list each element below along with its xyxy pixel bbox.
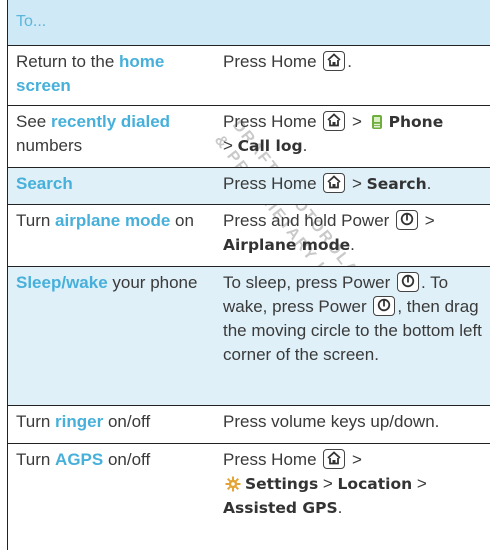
task-cell: See recently dialed numbers xyxy=(16,112,171,155)
power-key-icon xyxy=(373,296,396,316)
action-cell: To sleep, press Power . To wake, press P… xyxy=(223,272,482,364)
table-row: Turn AGPS on/off Press Home > Settings > … xyxy=(7,444,490,550)
action-cell: Press Home > Settings > Location > Assiste… xyxy=(223,449,427,517)
task-cell: Search xyxy=(16,174,73,193)
table-header: To... xyxy=(7,0,490,45)
action-cell: Press Home . xyxy=(223,51,352,71)
table-row: Sleep/wake your phone To sleep, press Po… xyxy=(7,267,490,406)
home-key-icon xyxy=(323,449,346,469)
settings-gear-icon xyxy=(225,476,241,492)
table-row: Search Press Home > Search. xyxy=(7,168,490,205)
home-key-icon xyxy=(323,173,346,193)
table-row: Turn ringer on/off Press volume keys up/… xyxy=(7,406,490,444)
action-cell: Press Home > Phone > Call log. xyxy=(223,111,444,155)
task-cell: Sleep/wake your phone xyxy=(16,273,198,292)
task-cell: Turn ringer on/off xyxy=(16,412,151,431)
home-key-icon xyxy=(323,51,346,71)
action-cell: Press and hold Power > Airplane mode. xyxy=(223,210,435,254)
quick-reference-table: To... Return to the home screen Press Ho… xyxy=(7,0,490,550)
task-cell: Turn AGPS on/off xyxy=(16,450,151,469)
home-key-icon xyxy=(323,111,346,131)
power-key-icon xyxy=(396,210,419,230)
header-title: To... xyxy=(16,13,47,30)
table-row: Turn airplane mode on Press and hold Pow… xyxy=(7,205,490,267)
power-key-icon xyxy=(396,272,419,292)
table-row: See recently dialed numbers Press Home >… xyxy=(7,106,490,168)
task-cell: Return to the home screen xyxy=(16,52,165,95)
action-cell: Press Home > Search. xyxy=(223,173,432,193)
task-cell: Turn airplane mode on xyxy=(16,211,194,230)
action-cell: Press volume keys up/down. xyxy=(223,412,440,431)
phone-app-icon xyxy=(371,115,382,129)
table-row: Return to the home screen Press Home . xyxy=(7,45,490,106)
